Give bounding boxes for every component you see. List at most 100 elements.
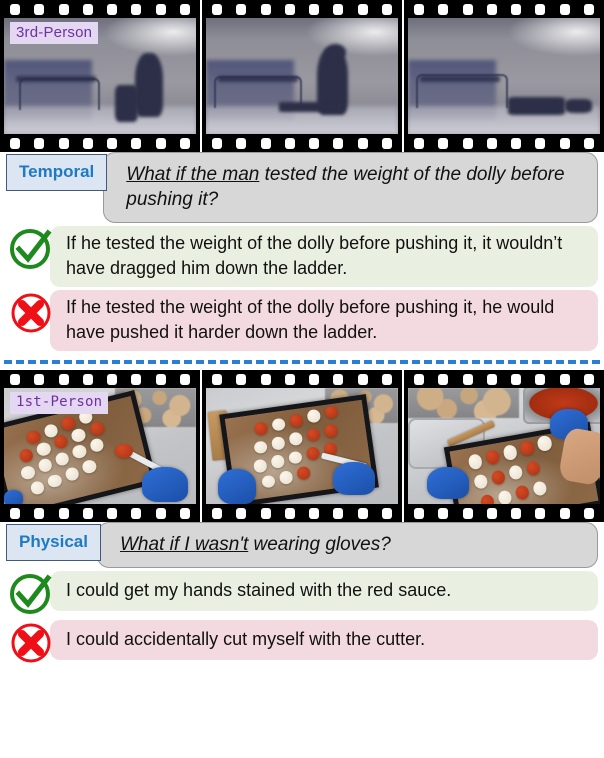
sprocket-hole [155, 507, 166, 519]
sprocket-hole [155, 137, 166, 149]
sprocket-hole [82, 373, 93, 385]
sprocket-hole [357, 3, 368, 15]
sprocket-hole [107, 137, 118, 149]
check-circle-icon [8, 226, 54, 272]
category-badge-physical[interactable]: Physical [6, 524, 101, 561]
sprocket-hole [131, 373, 142, 385]
sprocket-hole [34, 507, 45, 519]
perforation-row-bottom [404, 504, 604, 522]
video-frame [206, 388, 398, 504]
perforation-row-top [202, 370, 402, 388]
sprocket-hole [34, 137, 45, 149]
sprocket-hole [583, 507, 594, 519]
sprocket-hole [284, 507, 295, 519]
question-underlined-part: What if the man [126, 164, 260, 185]
check-circle-icon [8, 571, 54, 617]
sprocket-hole [583, 137, 594, 149]
sprocket-hole [381, 507, 392, 519]
film-panel: 3rd-Person [0, 0, 200, 152]
perforation-row-top [404, 370, 604, 388]
film-panel [202, 0, 402, 152]
sprocket-hole [10, 3, 21, 15]
question-rest-part: wearing gloves? [248, 534, 391, 555]
view-tag: 3rd-Person [10, 22, 99, 44]
sprocket-hole [333, 3, 344, 15]
sprocket-hole [309, 507, 320, 519]
category-badge-temporal[interactable]: Temporal [6, 154, 108, 191]
perforation-row-top [0, 0, 200, 18]
sprocket-hole [212, 507, 223, 519]
sprocket-hole [236, 507, 247, 519]
video-frame [206, 18, 398, 134]
sprocket-hole [236, 3, 247, 15]
sprocket-hole [179, 373, 190, 385]
sprocket-hole [179, 507, 190, 519]
sprocket-hole [58, 373, 69, 385]
sprocket-hole [462, 137, 473, 149]
sprocket-hole [284, 373, 295, 385]
filmstrip-third-person: 3rd-Person [0, 0, 604, 152]
video-frame: 1st-Person [4, 388, 196, 504]
incorrect-answer-row: If he tested the weight of the dolly bef… [0, 287, 604, 351]
film-panel: 1st-Person [0, 370, 200, 522]
sprocket-hole [462, 373, 473, 385]
sprocket-hole [107, 3, 118, 15]
sprocket-hole [155, 3, 166, 15]
sprocket-hole [438, 507, 449, 519]
sprocket-hole [438, 137, 449, 149]
sprocket-hole [414, 507, 425, 519]
correct-answer-row: I could get my hands stained with the re… [0, 568, 604, 617]
sprocket-hole [535, 373, 546, 385]
sprocket-hole [486, 3, 497, 15]
correct-answer-row: If he tested the weight of the dolly bef… [0, 223, 604, 287]
incorrect-answer-text: I could accidentally cut myself with the… [50, 620, 598, 660]
sprocket-hole [583, 3, 594, 15]
sprocket-hole [486, 507, 497, 519]
sprocket-hole [260, 137, 271, 149]
scene-image [206, 388, 398, 504]
section-divider [4, 360, 600, 364]
sprocket-hole [10, 373, 21, 385]
sprocket-hole [212, 373, 223, 385]
sprocket-hole [155, 373, 166, 385]
scene-image [408, 388, 600, 504]
video-frame: 3rd-Person [4, 18, 196, 134]
sprocket-hole [107, 373, 118, 385]
sprocket-hole [34, 3, 45, 15]
sprocket-hole [511, 373, 522, 385]
sprocket-hole [357, 507, 368, 519]
sprocket-hole [333, 373, 344, 385]
perforation-row-top [0, 370, 200, 388]
sprocket-hole [511, 137, 522, 149]
sprocket-hole [511, 3, 522, 15]
sprocket-hole [559, 373, 570, 385]
perforation-row-bottom [0, 504, 200, 522]
question-text: What if the man tested the weight of the… [103, 152, 598, 223]
sprocket-hole [260, 507, 271, 519]
x-circle-icon [8, 620, 54, 666]
qa-block-physical: Physical What if I wasn't wearing gloves… [0, 522, 604, 666]
sprocket-hole [309, 373, 320, 385]
sprocket-hole [131, 137, 142, 149]
sprocket-hole [309, 137, 320, 149]
sprocket-hole [82, 137, 93, 149]
sprocket-hole [414, 137, 425, 149]
sprocket-hole [284, 137, 295, 149]
sprocket-hole [131, 3, 142, 15]
question-row: Physical What if I wasn't wearing gloves… [0, 522, 604, 568]
perforation-row-top [404, 0, 604, 18]
question-row: Temporal What if the man tested the weig… [0, 152, 604, 223]
sprocket-hole [82, 3, 93, 15]
sprocket-hole [212, 3, 223, 15]
correct-answer-text: I could get my hands stained with the re… [50, 571, 598, 611]
sprocket-hole [559, 137, 570, 149]
perforation-row-bottom [0, 134, 200, 152]
sprocket-hole [381, 3, 392, 15]
filmstrip-first-person: 1st-Person [0, 370, 604, 522]
incorrect-answer-text: If he tested the weight of the dolly bef… [50, 290, 598, 351]
sprocket-hole [260, 373, 271, 385]
film-panel [404, 0, 604, 152]
sprocket-hole [284, 3, 295, 15]
film-panel [404, 370, 604, 522]
sprocket-hole [333, 507, 344, 519]
